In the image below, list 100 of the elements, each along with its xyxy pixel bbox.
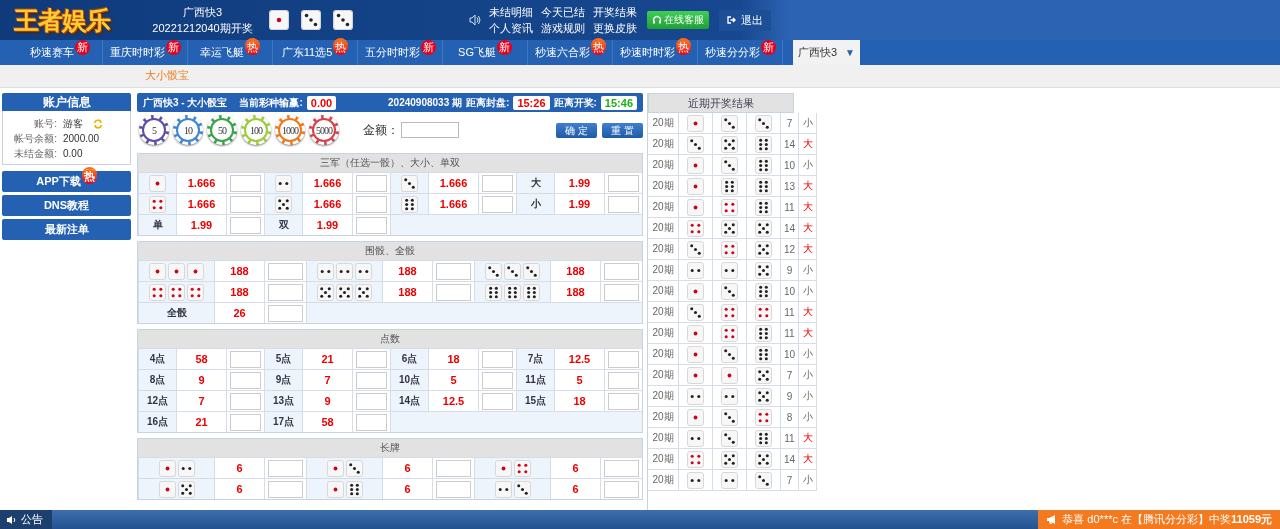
header-link[interactable]: 开奖结果 bbox=[593, 4, 637, 20]
draw-sum: 11 bbox=[784, 201, 795, 213]
draw-sum: 7 bbox=[786, 369, 793, 381]
new-badge: 新 bbox=[165, 40, 181, 55]
menu-button[interactable]: DNS教程 bbox=[2, 195, 131, 216]
size-result: 小 bbox=[802, 368, 813, 382]
draw-sum: 14 bbox=[783, 453, 796, 465]
odds-value: 188 bbox=[566, 286, 585, 298]
hot-badge: 热 bbox=[675, 40, 691, 55]
issue-label: 20期 bbox=[652, 137, 674, 151]
menu-button[interactable]: 最新注单 bbox=[2, 219, 131, 240]
field-value: 0.00 bbox=[63, 147, 83, 161]
odds-value: 1.666 bbox=[439, 177, 468, 189]
bet-label: 8点 bbox=[149, 373, 166, 387]
draw-sum: 11 bbox=[784, 432, 795, 444]
draw-sum: 8 bbox=[786, 411, 793, 423]
odds-value: 6 bbox=[404, 483, 411, 495]
new-badge: 新 bbox=[760, 40, 776, 55]
confirm-button[interactable]: 确 定 bbox=[556, 122, 598, 138]
header-link[interactable]: 个人资讯 bbox=[489, 20, 533, 36]
pnl-value: 0.00 bbox=[306, 95, 337, 110]
chip-button[interactable]: 100 bbox=[241, 115, 271, 145]
issue-label: 20期 bbox=[652, 116, 674, 130]
odds-value: 5 bbox=[450, 374, 457, 386]
hot-badge: 热 bbox=[245, 40, 260, 55]
bet-label: 10点 bbox=[398, 373, 421, 387]
site-logo: 王者娱乐 bbox=[13, 4, 112, 36]
odds-value: 6 bbox=[236, 462, 243, 474]
chip-button[interactable]: 1000 bbox=[275, 115, 305, 145]
field-label: 账号: bbox=[33, 117, 58, 131]
close-label: 距离封盘: bbox=[466, 95, 510, 110]
issue-label: 20期 bbox=[652, 221, 674, 235]
pnl-label: 当前彩种输赢: bbox=[239, 95, 303, 110]
field-value: 2000.00 bbox=[63, 132, 100, 146]
size-result: 小 bbox=[802, 116, 813, 130]
odds-value: 188 bbox=[230, 286, 249, 298]
odds-value: 7 bbox=[198, 395, 205, 407]
draw-sum: 7 bbox=[786, 474, 793, 486]
chip-button[interactable]: 5000 bbox=[309, 115, 339, 145]
size-result: 大 bbox=[802, 431, 813, 445]
panel-header: 账户信息 bbox=[2, 93, 131, 111]
issue-label: 20期 bbox=[652, 242, 674, 256]
odds-value: 188 bbox=[398, 265, 417, 277]
draw-sum: 10 bbox=[783, 159, 796, 171]
odds-value: 9 bbox=[198, 374, 205, 386]
reset-button[interactable]: 重 置 bbox=[602, 122, 643, 138]
header-link[interactable]: 游戏规则 bbox=[541, 20, 585, 36]
draw-sum: 14 bbox=[783, 222, 796, 234]
chip-button[interactable]: 5 bbox=[139, 115, 169, 145]
size-result: 小 bbox=[802, 284, 813, 298]
field-label: 帐号余额: bbox=[13, 132, 58, 146]
bet-label: 全骰 bbox=[166, 306, 187, 320]
issue-label: 20期 bbox=[652, 200, 674, 214]
new-badge: 新 bbox=[420, 40, 436, 55]
header-link[interactable]: 今天已结 bbox=[541, 4, 585, 20]
header-link[interactable]: 更换皮肤 bbox=[593, 20, 637, 36]
bet-label: 9点 bbox=[275, 373, 292, 387]
odds-value: 1.99 bbox=[568, 198, 591, 210]
draw-sum: 10 bbox=[783, 348, 796, 360]
odds-value: 18 bbox=[447, 353, 460, 365]
hot-badge: 热 bbox=[81, 169, 97, 184]
close-countdown: 15:26 bbox=[513, 95, 550, 110]
header-link[interactable]: 未结明细 bbox=[489, 4, 533, 20]
field-label: 未结金额: bbox=[13, 147, 58, 161]
issue-label: 20期 bbox=[652, 452, 674, 466]
nav-tab[interactable]: 广西快3 ▼ bbox=[793, 40, 860, 65]
bet-label: 大 bbox=[530, 176, 541, 190]
bet-label: 16点 bbox=[146, 415, 169, 429]
field-value: 游客 bbox=[63, 117, 83, 131]
odds-value: 1.99 bbox=[190, 219, 213, 231]
section-header: 三军（任选一骰）、大小、单双 bbox=[138, 154, 642, 172]
odds-value: 18 bbox=[573, 395, 586, 407]
issue-label: 20期 bbox=[652, 179, 674, 193]
issue-label: 20期 bbox=[652, 410, 674, 424]
logout-button[interactable]: 退出 bbox=[719, 9, 771, 31]
odds-value: 1.666 bbox=[187, 198, 216, 210]
hot-badge: 热 bbox=[590, 40, 606, 55]
bet-label: 17点 bbox=[272, 415, 295, 429]
odds-value: 188 bbox=[230, 265, 249, 277]
issue-label: 20期 bbox=[652, 368, 674, 382]
size-result: 大 bbox=[802, 179, 813, 193]
odds-value: 9 bbox=[324, 395, 331, 407]
menu-button[interactable]: APP下载 热 bbox=[2, 171, 131, 192]
odds-value: 6 bbox=[404, 462, 411, 474]
issue-number: 20240908033 期 bbox=[388, 95, 463, 110]
odds-value: 1.99 bbox=[568, 177, 591, 189]
bet-label: 单 bbox=[152, 218, 163, 232]
bet-label: 4点 bbox=[149, 352, 166, 366]
odds-value: 1.666 bbox=[439, 198, 468, 210]
draw-sum: 9 bbox=[786, 264, 793, 276]
draw-sum: 11 bbox=[784, 306, 795, 318]
chip-button[interactable]: 50 bbox=[207, 115, 237, 145]
odds-value: 1.666 bbox=[313, 198, 342, 210]
bet-label: 双 bbox=[278, 218, 289, 232]
chip-button[interactable]: 10 bbox=[173, 115, 203, 145]
draw-sum: 11 bbox=[784, 327, 795, 339]
issue-label: 20期 bbox=[652, 389, 674, 403]
draw-label: 距离开奖: bbox=[553, 95, 597, 110]
odds-value: 6 bbox=[572, 462, 579, 474]
panel-title: 广西快3 - 大小骰宝 bbox=[143, 95, 228, 110]
